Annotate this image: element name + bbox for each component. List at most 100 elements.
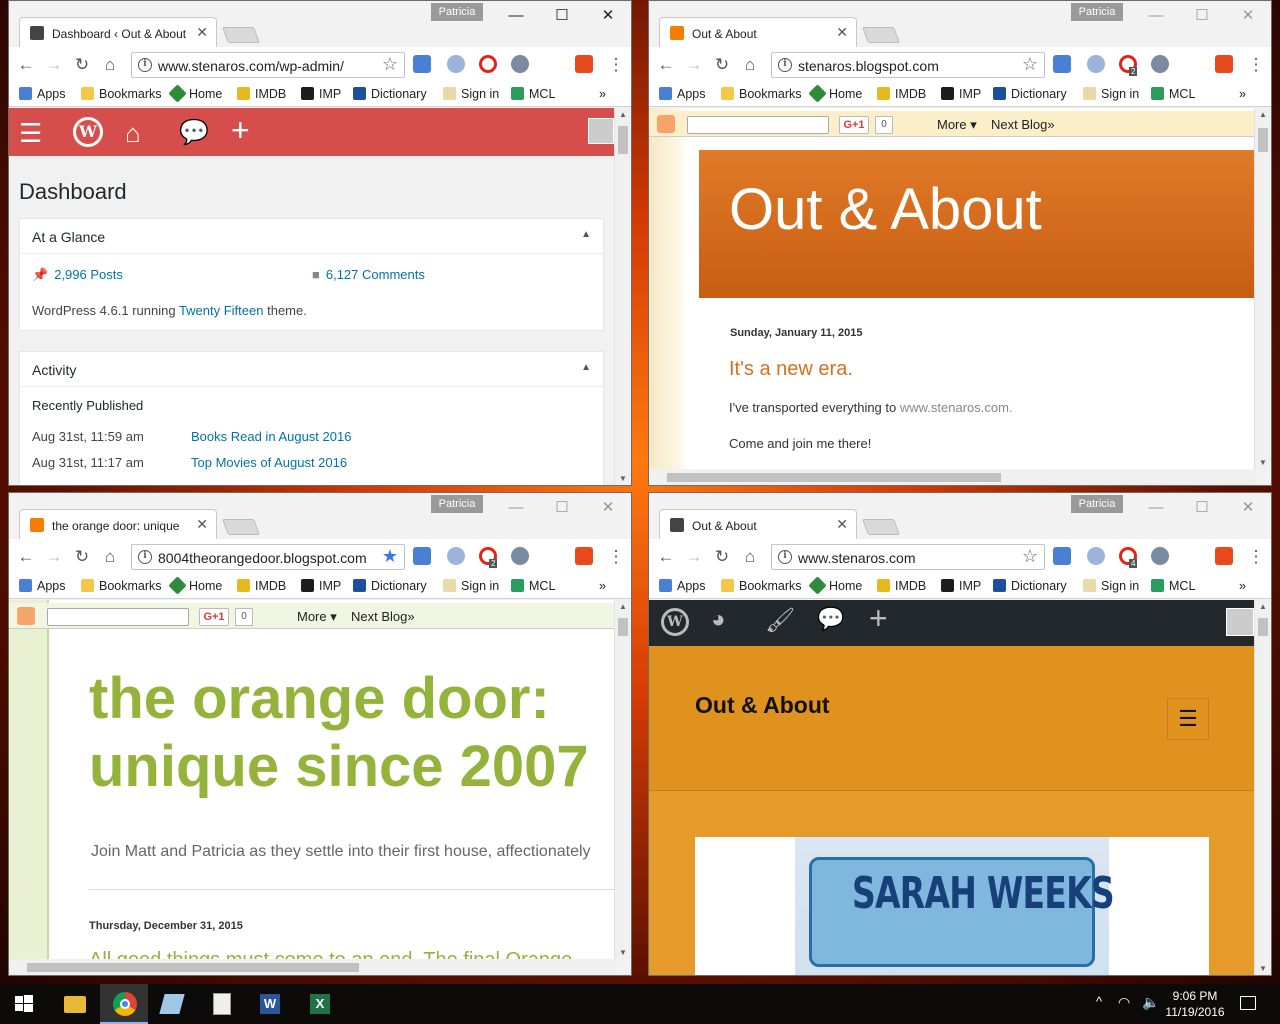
close-tab-icon[interactable]: ✕ [836,516,848,533]
address-bar[interactable]: i www.stenaros.com/wp-admin/ ☆ [131,52,405,78]
google-plus-button[interactable]: G+1 [199,608,229,626]
reload-icon[interactable]: ↻ [711,55,733,75]
reload-icon[interactable]: ↻ [71,547,93,567]
reload-icon[interactable]: ↻ [71,55,93,75]
bookmark-apps[interactable]: Apps [19,579,66,593]
browser-window-blogspot[interactable]: Out & About ✕ Patricia — ☐ ✕ ← → ↻ ⌂ i s… [648,0,1272,486]
bookmark-dictionary[interactable]: Dictionary [993,87,1067,101]
bookmark-folder[interactable]: Bookmarks [81,579,162,593]
back-icon[interactable]: ← [15,55,37,75]
paint-icon[interactable] [148,984,196,1024]
add-new-icon[interactable]: + [869,600,888,637]
bookmark-signin[interactable]: Sign in [443,87,499,101]
blog-search-input[interactable] [47,608,189,626]
blog-search-input[interactable] [687,116,829,134]
tab-out-about-site[interactable]: Out & About ✕ [659,509,857,539]
theme-link[interactable]: Twenty Fifteen [179,303,264,318]
minimize-button[interactable]: — [493,493,539,523]
profile-badge[interactable]: Patricia [1071,3,1123,21]
menu-icon[interactable]: ⋮ [1245,55,1267,75]
bookmark-signin[interactable]: Sign in [443,579,499,593]
profile-badge[interactable]: Patricia [1071,495,1123,513]
bookmark-imdb[interactable]: IMDB [237,579,286,593]
office-icon[interactable] [1215,547,1233,565]
bookmark-imdb[interactable]: IMDB [877,87,926,101]
title-bar[interactable]: Out & About ✕ Patricia — ☐ ✕ [649,1,1271,47]
bookmark-home[interactable]: Home [808,84,862,103]
vertical-scrollbar[interactable]: ▲ ▼ [1254,108,1271,469]
url-text[interactable]: www.stenaros.com [798,550,915,566]
search-extension-icon[interactable] [447,547,465,565]
address-bar[interactable]: i 8004theorangedoor.blogspot.com ★ [131,544,405,570]
next-blog-link[interactable]: Next Blog» [991,117,1055,132]
translate-icon[interactable] [413,55,431,73]
close-window-button[interactable]: ✕ [1225,1,1271,31]
forward-icon[interactable]: → [43,547,65,567]
weather-icon[interactable] [1151,547,1169,565]
bookmark-mcl[interactable]: MCL [511,579,555,593]
new-tab-button[interactable] [862,27,900,43]
bookmark-folder[interactable]: Bookmarks [721,87,802,101]
opera-icon[interactable] [479,55,497,73]
title-bar[interactable]: Dashboard ‹ Out & About ✕ Patricia — ☐ ✕ [9,1,631,47]
blog-title[interactable]: the orange door: unique since 2007 [89,665,616,805]
clock[interactable]: 9:06 PM 11/19/2016 [1162,988,1228,1020]
wordpress-logo-icon[interactable]: W [73,117,103,147]
bookmark-mcl[interactable]: MCL [1151,87,1195,101]
close-window-button[interactable]: ✕ [1225,493,1271,523]
minimize-button[interactable]: — [493,1,539,31]
forward-icon[interactable]: → [43,55,65,75]
menu-icon[interactable]: ⋮ [1245,547,1267,567]
address-bar[interactable]: i www.stenaros.com ☆ [771,544,1045,570]
title-bar[interactable]: the orange door: unique ✕ Patricia — ☐ ✕ [9,493,631,539]
new-tab-button[interactable] [222,27,260,43]
customize-palette-icon[interactable]: ◕ [711,606,726,634]
bookmark-folder[interactable]: Bookmarks [721,579,802,593]
office-icon[interactable] [575,55,593,73]
wordpress-logo-icon[interactable]: W [661,608,689,636]
minimize-button[interactable]: — [1133,493,1179,523]
menu-icon[interactable]: ⋮ [605,547,627,567]
bookmark-home[interactable]: Home [808,576,862,595]
url-text[interactable]: stenaros.blogspot.com [798,58,939,74]
book-cover-image[interactable]: SARAH WEEKS [795,837,1115,975]
bookmark-imp[interactable]: IMP [941,87,981,101]
bookmarks-overflow[interactable]: » [599,579,606,593]
bookmark-apps[interactable]: Apps [659,579,706,593]
reload-icon[interactable]: ↻ [711,547,733,567]
weather-icon[interactable] [511,55,529,73]
office-icon[interactable] [1215,55,1233,73]
google-plus-button[interactable]: G+1 [839,116,869,134]
maximize-button[interactable]: ☐ [1179,1,1225,31]
tray-overflow-icon[interactable]: ^ [1096,994,1102,1009]
browser-window-dashboard[interactable]: Dashboard ‹ Out & About ✕ Patricia — ☐ ✕… [8,0,632,486]
translate-icon[interactable] [1053,55,1071,73]
bookmark-imp[interactable]: IMP [301,579,341,593]
bookmark-signin[interactable]: Sign in [1083,87,1139,101]
bookmark-imp[interactable]: IMP [301,87,341,101]
tab-out-about[interactable]: Out & About ✕ [659,17,857,47]
posts-count[interactable]: 📌 2,996 Posts [32,267,123,283]
volume-icon[interactable]: 🔈 [1142,994,1159,1011]
menu-icon[interactable]: ⋮ [605,55,627,75]
bookmark-apps[interactable]: Apps [19,87,66,101]
activity-post-link[interactable]: Books Read in August 2016 [191,429,351,444]
bookmark-imdb[interactable]: IMDB [877,579,926,593]
network-icon[interactable]: ◠ [1118,994,1130,1011]
url-text[interactable]: www.stenaros.com/wp-admin/ [158,58,344,74]
bookmarks-overflow[interactable]: » [1239,579,1246,593]
avatar[interactable] [1226,608,1254,636]
bookmark-imdb[interactable]: IMDB [237,87,286,101]
back-icon[interactable]: ← [655,547,677,567]
bookmark-imp[interactable]: IMP [941,579,981,593]
close-window-button[interactable]: ✕ [585,1,631,31]
close-tab-icon[interactable]: ✕ [196,516,208,533]
bookmark-dictionary[interactable]: Dictionary [353,579,427,593]
collapse-icon[interactable]: ▲ [581,362,591,373]
weather-icon[interactable] [511,547,529,565]
close-window-button[interactable]: ✕ [585,493,631,523]
blog-title[interactable]: Out & About [729,176,1042,243]
back-icon[interactable]: ← [655,55,677,75]
new-tab-button[interactable] [222,519,260,535]
activity-post-link[interactable]: Top Movies of August 2016 [191,455,347,470]
